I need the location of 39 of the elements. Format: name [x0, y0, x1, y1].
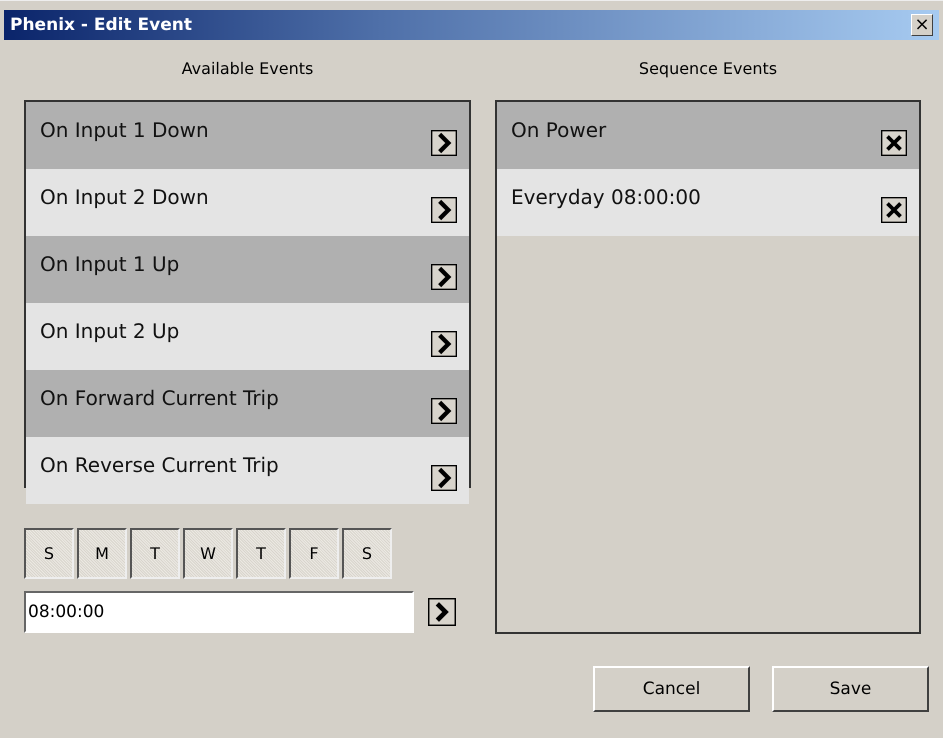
dialog-button[interactable]: Cancel	[593, 666, 750, 712]
event-label: On Forward Current Trip	[40, 386, 279, 410]
dialog-button[interactable]: Save	[772, 666, 929, 712]
add-arrow-icon[interactable]	[431, 398, 457, 424]
add-arrow-icon[interactable]	[431, 465, 457, 491]
event-row[interactable]: On Input 2 Down	[26, 169, 469, 236]
day-toggle[interactable]: F	[289, 528, 339, 579]
window-title: Phenix - Edit Event	[10, 15, 192, 35]
event-row[interactable]: On Forward Current Trip	[26, 370, 469, 437]
event-label: On Input 1 Down	[40, 118, 209, 142]
panel-heading: Available Events	[180, 58, 314, 80]
day-toggle[interactable]: M	[77, 528, 127, 579]
close-button[interactable]: ×	[911, 14, 933, 36]
add-arrow-icon[interactable]	[431, 197, 457, 223]
day-toggle[interactable]: W	[183, 528, 233, 579]
sequence-row[interactable]: On Power	[497, 102, 919, 169]
add-arrow-icon[interactable]	[428, 598, 456, 626]
event-label: On Input 1 Up	[40, 252, 180, 276]
panel-heading: Sequence Events	[638, 58, 778, 80]
add-arrow-icon[interactable]	[431, 331, 457, 357]
event-label: On Reverse Current Trip	[40, 453, 279, 477]
event-label: On Input 2 Down	[40, 185, 209, 209]
event-row[interactable]: On Input 2 Up	[26, 303, 469, 370]
close-icon[interactable]	[881, 197, 907, 223]
time-field[interactable]: 08:00:00	[24, 591, 414, 633]
sequence-label: Everyday 08:00:00	[511, 185, 701, 209]
event-label: On Input 2 Up	[40, 319, 180, 343]
day-toggle[interactable]: T	[236, 528, 286, 579]
add-arrow-icon[interactable]	[431, 130, 457, 156]
event-row[interactable]: On Reverse Current Trip	[26, 437, 469, 504]
close-icon[interactable]	[881, 130, 907, 156]
add-arrow-icon[interactable]	[431, 264, 457, 290]
event-row[interactable]: On Input 1 Up	[26, 236, 469, 303]
sequence-row[interactable]: Everyday 08:00:00	[497, 169, 919, 236]
day-toggle[interactable]: T	[130, 528, 180, 579]
event-row[interactable]: On Input 1 Down	[26, 102, 469, 169]
sequence-label: On Power	[511, 118, 606, 142]
day-toggle[interactable]: S	[342, 528, 392, 579]
day-toggle[interactable]: S	[24, 528, 74, 579]
